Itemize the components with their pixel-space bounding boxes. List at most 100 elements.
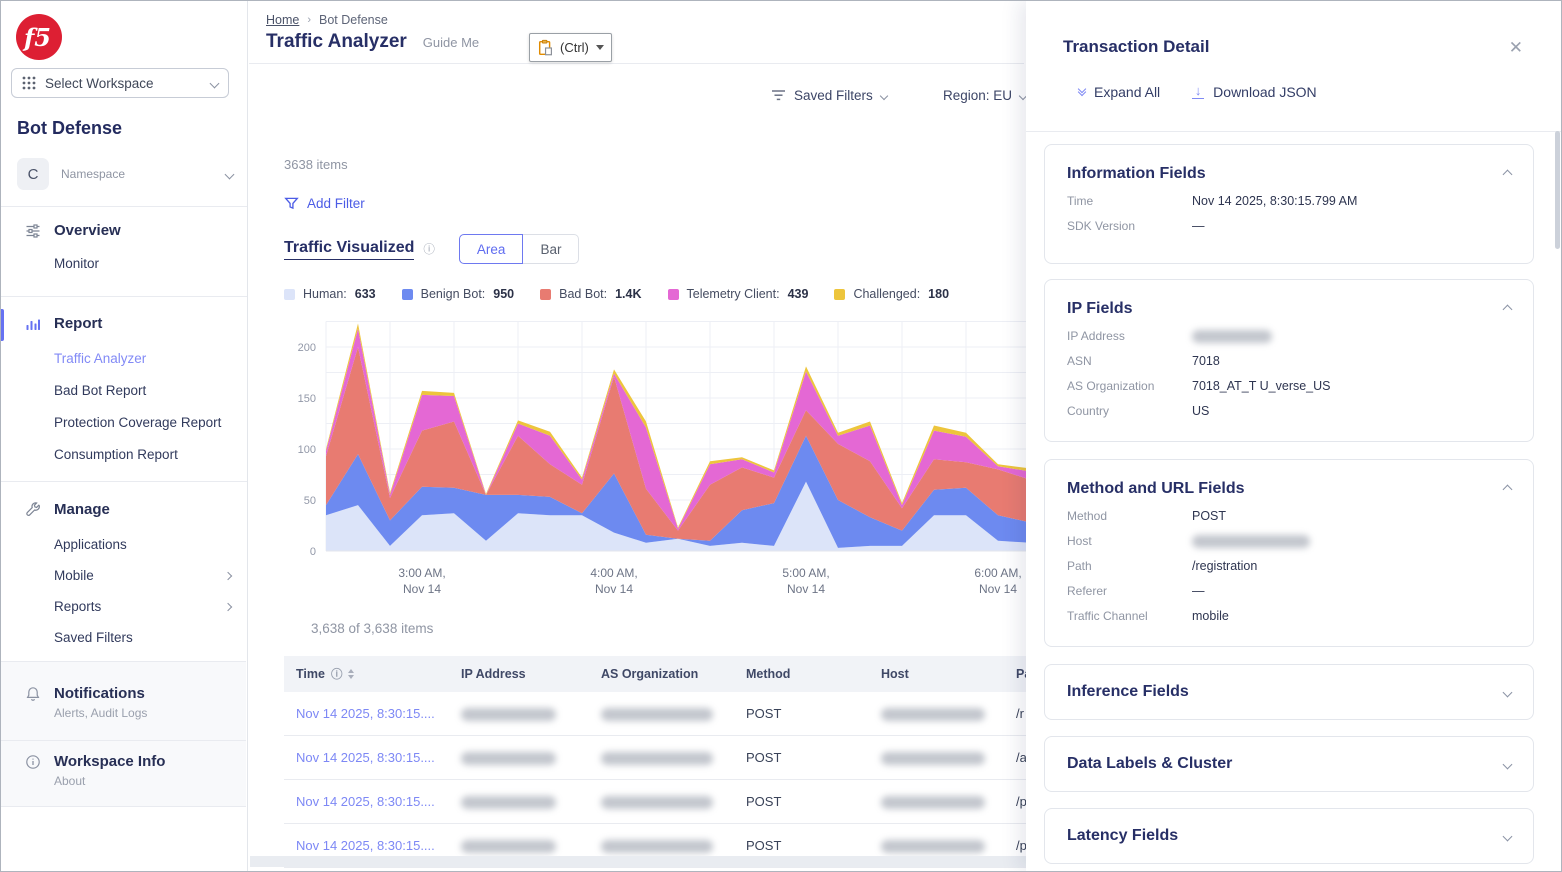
saved-filters-dropdown[interactable]: Saved Filters xyxy=(771,88,887,103)
svg-text:Nov 14: Nov 14 xyxy=(595,582,633,596)
area-view-button[interactable]: Area xyxy=(459,234,524,264)
sidebar-item-label: Workspace Info xyxy=(54,753,165,770)
column-label: Time xyxy=(296,667,325,681)
redacted-ip-address xyxy=(461,708,556,721)
svg-text:6:00 AM,: 6:00 AM, xyxy=(974,566,1021,580)
redacted-host xyxy=(881,752,985,765)
paste-options-button[interactable]: (Ctrl) xyxy=(529,33,612,62)
column-header-host[interactable]: Host xyxy=(881,667,1016,681)
legend-swatch xyxy=(402,289,413,300)
chevron-down-icon xyxy=(880,91,888,99)
transaction-time-link[interactable]: Nov 14 2025, 8:30:15.... xyxy=(296,838,461,853)
region-dropdown[interactable]: Region: EU xyxy=(943,88,1026,103)
chart-view-toggle: Area Bar xyxy=(459,234,580,264)
transaction-time-link[interactable]: Nov 14 2025, 8:30:15.... xyxy=(296,706,461,721)
workspace-selector[interactable]: Select Workspace xyxy=(11,68,229,98)
legend-item-human[interactable]: Human:633 xyxy=(284,287,376,301)
sidebar-item-workspace-info[interactable]: Workspace Info About xyxy=(25,753,230,788)
bar-chart-icon xyxy=(25,316,41,332)
bar-view-button[interactable]: Bar xyxy=(523,234,579,264)
info-icon[interactable]: ⓘ xyxy=(423,241,435,257)
sidebar-item-sublabel: Alerts, Audit Logs xyxy=(54,706,230,720)
legend-item-telemetry-client[interactable]: Telemetry Client:439 xyxy=(668,287,809,301)
add-filter-button[interactable]: Add Filter xyxy=(284,196,365,211)
column-header-as-organization[interactable]: AS Organization xyxy=(601,667,746,681)
chevron-down-icon xyxy=(225,169,235,179)
sidebar-item-protection-coverage-report[interactable]: Protection Coverage Report xyxy=(54,415,231,430)
redacted-as-organization xyxy=(601,796,713,809)
sidebar-item-label: Notifications xyxy=(54,685,145,702)
latency-fields-card: Latency Fields xyxy=(1044,808,1534,864)
svg-text:150: 150 xyxy=(298,393,316,405)
sidebar-item-applications[interactable]: Applications xyxy=(54,537,231,552)
sidebar-item-label: Overview xyxy=(54,222,121,239)
transaction-time-link[interactable]: Nov 14 2025, 8:30:15.... xyxy=(296,750,461,765)
sidebar-item-report[interactable]: Report xyxy=(25,315,231,332)
collapse-icon[interactable] xyxy=(1503,484,1513,494)
redacted-ip-address xyxy=(461,796,556,809)
sidebar-item-label: Manage xyxy=(54,501,110,518)
chart-legend: Human:633 Benign Bot:950 Bad Bot:1.4K Te… xyxy=(284,287,949,301)
column-header-ip-address[interactable]: IP Address xyxy=(461,667,601,681)
panel-divider xyxy=(1026,131,1562,132)
download-json-button[interactable]: ↓ Download JSON xyxy=(1192,84,1317,100)
svg-text:Nov 14: Nov 14 xyxy=(979,582,1017,596)
card-title: Information Fields xyxy=(1067,165,1206,183)
svg-text:3:00 AM,: 3:00 AM, xyxy=(398,566,445,580)
close-icon[interactable]: ✕ xyxy=(1509,39,1523,56)
sidebar-item-traffic-analyzer[interactable]: Traffic Analyzer xyxy=(54,351,231,366)
legend-item-bad-bot[interactable]: Bad Bot:1.4K xyxy=(540,287,641,301)
sidebar-item-label: Bad Bot Report xyxy=(54,383,146,398)
column-header-time[interactable]: Time ⓘ xyxy=(296,666,461,682)
legend-swatch xyxy=(284,289,295,300)
sidebar-item-mobile[interactable]: Mobile xyxy=(54,568,231,583)
expand-icon[interactable] xyxy=(1503,831,1513,841)
sidebar-item-overview[interactable]: Overview xyxy=(25,222,231,239)
breadcrumb-home-link[interactable]: Home xyxy=(266,13,299,27)
field-label: Referer xyxy=(1067,584,1192,598)
legend-label: Bad Bot: xyxy=(559,287,607,301)
field-label: IP Address xyxy=(1067,329,1192,343)
guide-me-link[interactable]: Guide Me xyxy=(423,35,479,50)
namespace-selector[interactable]: C Namespace xyxy=(17,158,233,190)
sidebar-item-bad-bot-report[interactable]: Bad Bot Report xyxy=(54,383,231,398)
redacted-host xyxy=(881,708,985,721)
sidebar-item-monitor[interactable]: Monitor xyxy=(54,256,231,271)
chevron-right-icon xyxy=(224,571,232,579)
redacted-as-organization xyxy=(601,840,713,853)
sidebar-item-consumption-report[interactable]: Consumption Report xyxy=(54,447,231,462)
redacted-ip-address xyxy=(461,752,556,765)
card-title: Inference Fields xyxy=(1067,683,1189,701)
sidebar-item-saved-filters[interactable]: Saved Filters xyxy=(54,630,231,645)
redacted-ip-address xyxy=(461,840,556,853)
transaction-time-link[interactable]: Nov 14 2025, 8:30:15.... xyxy=(296,794,461,809)
legend-item-challenged[interactable]: Challenged:180 xyxy=(834,287,949,301)
redacted-host xyxy=(881,840,985,853)
collapse-icon[interactable] xyxy=(1503,304,1513,314)
info-icon[interactable]: ⓘ xyxy=(331,666,343,682)
expand-icon[interactable] xyxy=(1503,687,1513,697)
legend-value: 950 xyxy=(493,287,514,301)
redacted-value xyxy=(1192,330,1272,343)
field-value: 7018_AT_T U_verse_US xyxy=(1192,379,1511,393)
sidebar-item-reports[interactable]: Reports xyxy=(54,599,231,614)
field-label: Time xyxy=(1067,194,1192,208)
chevron-down-icon xyxy=(210,78,220,88)
legend-swatch xyxy=(834,289,845,300)
method-cell: POST xyxy=(746,706,881,721)
svg-text:0: 0 xyxy=(310,546,316,558)
expand-icon[interactable] xyxy=(1503,759,1513,769)
field-value: 7018 xyxy=(1192,354,1511,368)
ip-fields-card: IP Fields IP Address ASN7018 AS Organiza… xyxy=(1044,279,1534,442)
vertical-scrollbar[interactable] xyxy=(1555,131,1560,249)
legend-item-benign-bot[interactable]: Benign Bot:950 xyxy=(402,287,515,301)
chart-section-title: Traffic Visualized xyxy=(284,239,414,260)
column-header-method[interactable]: Method xyxy=(746,667,881,681)
sort-icon[interactable] xyxy=(348,669,354,679)
collapse-icon[interactable] xyxy=(1503,169,1513,179)
sidebar-item-manage[interactable]: Manage xyxy=(25,501,231,518)
expand-all-button[interactable]: Expand All xyxy=(1079,84,1160,100)
workspace-selector-label: Select Workspace xyxy=(45,76,154,91)
field-value: /registration xyxy=(1192,559,1511,573)
sidebar-item-notifications[interactable]: Notifications Alerts, Audit Logs xyxy=(25,685,230,720)
